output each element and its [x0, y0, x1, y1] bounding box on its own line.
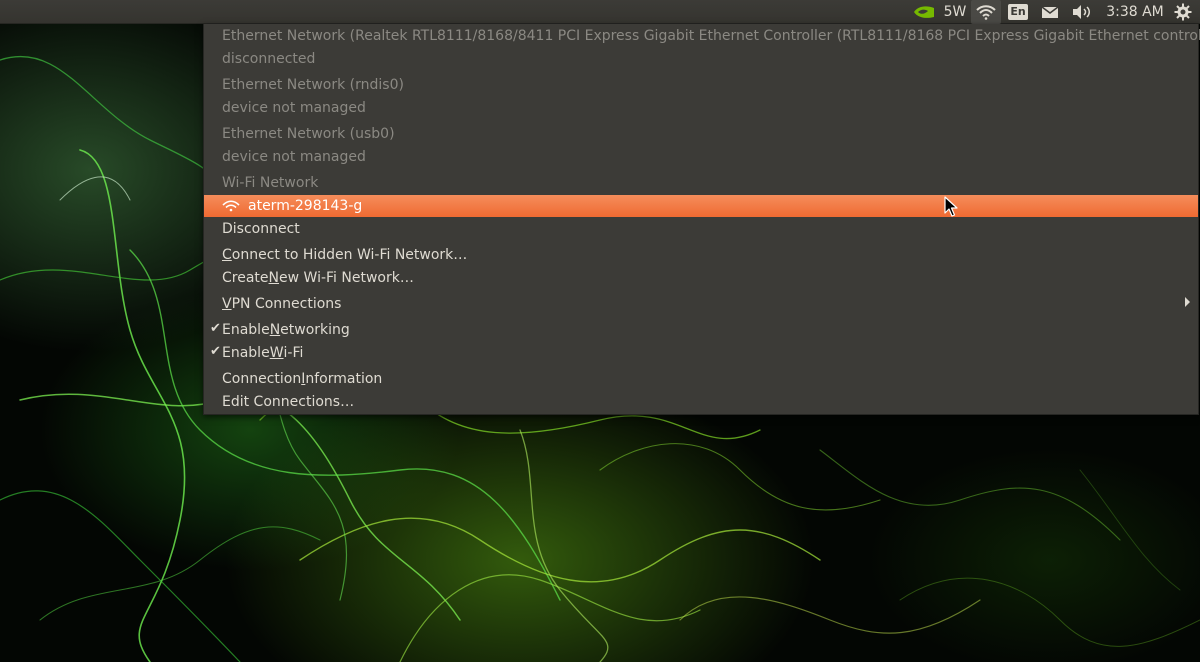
submenu-arrow-icon	[1185, 297, 1190, 307]
checkmark-icon: ✔	[210, 321, 221, 336]
ethernet-device-status: disconnected	[222, 51, 316, 67]
checkmark-icon: ✔	[210, 344, 221, 359]
mail-icon[interactable]	[1037, 0, 1063, 24]
network-menu: Ethernet Network (Realtek RTL8111/8168/8…	[203, 24, 1200, 415]
top-panel: 5W En 3:38 AM	[0, 0, 1200, 24]
ethernet-device-name: Ethernet Network (Realtek RTL8111/8168/8…	[222, 28, 1200, 44]
ethernet-device-status: device not managed	[222, 149, 366, 165]
nvidia-icon[interactable]	[908, 0, 940, 24]
clock[interactable]: 3:38 AM	[1100, 0, 1170, 24]
power-value[interactable]: 5W	[940, 0, 970, 24]
menu-label-part: ew Wi-Fi Network…	[279, 270, 414, 286]
wifi-signal-icon	[222, 200, 240, 212]
menu-label-part: onnect to Hidden Wi-Fi Network…	[231, 247, 468, 263]
connection-information-item[interactable]: Connection Information	[204, 368, 1198, 390]
edit-connections-item[interactable]: Edit Connections…	[204, 391, 1198, 413]
keyboard-layout-label: En	[1008, 4, 1028, 20]
menu-mnemonic: N	[269, 322, 281, 338]
menu-mnemonic: N	[268, 270, 280, 286]
wifi-network-label: aterm-298143-g	[248, 198, 363, 214]
menu-label-part: Create	[222, 270, 269, 286]
volume-icon[interactable]	[1067, 0, 1097, 24]
create-new-network-item[interactable]: Create New Wi-Fi Network…	[204, 267, 1198, 289]
enable-wifi-item[interactable]: ✔ Enable Wi-Fi	[204, 342, 1198, 364]
ethernet-device-name: Ethernet Network (rndis0)	[222, 77, 404, 93]
menu-mnemonic: V	[222, 296, 232, 312]
vpn-connections-item[interactable]: V PN Connections	[204, 293, 1198, 315]
menu-mnemonic: C	[222, 247, 232, 263]
ethernet-device-status: device not managed	[222, 100, 366, 116]
connect-hidden-network-item[interactable]: Connect to Hidden Wi-Fi Network…	[204, 244, 1198, 266]
menu-label-part: i-Fi	[283, 345, 304, 361]
menu-label-part: Enable	[222, 345, 270, 361]
menu-label-part: nformation	[305, 371, 383, 387]
wifi-icon[interactable]	[971, 0, 1001, 24]
disconnect-item[interactable]: Disconnect	[204, 218, 1198, 240]
menu-label-part: PN Connections	[231, 296, 342, 312]
gear-icon[interactable]	[1170, 0, 1196, 24]
wifi-section-header: Wi-Fi Network	[222, 175, 319, 191]
wifi-network-aterm[interactable]: aterm-298143-g	[204, 195, 1198, 217]
ethernet-device-name: Ethernet Network (usb0)	[222, 126, 395, 142]
menu-label-part: etworking	[280, 322, 350, 338]
mouse-pointer-icon	[944, 196, 958, 222]
keyboard-layout-indicator[interactable]: En	[1004, 0, 1032, 24]
menu-mnemonic: W	[269, 345, 284, 361]
menu-label-part: Enable	[222, 322, 270, 338]
menu-label-part: Connection	[222, 371, 302, 387]
enable-networking-item[interactable]: ✔ Enable Networking	[204, 319, 1198, 341]
